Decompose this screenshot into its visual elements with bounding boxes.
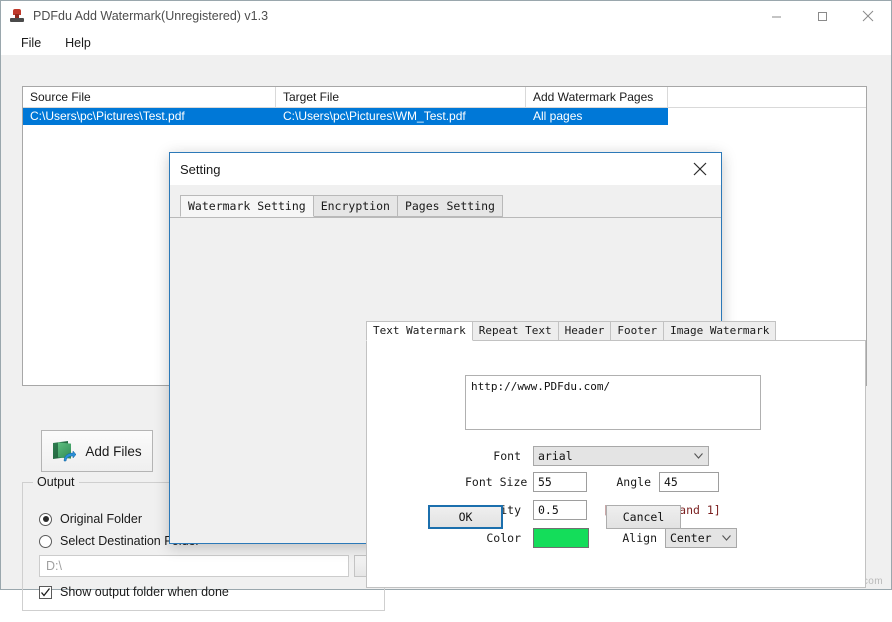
watermark-inner-tabs: Text Watermark Repeat Text Header Footer… <box>366 321 866 341</box>
font-select-value: arial <box>538 449 573 463</box>
inner-tab-repeat-text[interactable]: Repeat Text <box>471 321 559 341</box>
close-icon[interactable] <box>845 1 891 31</box>
file-list-header: Source File Target File Add Watermark Pa… <box>23 87 866 108</box>
maximize-icon[interactable] <box>799 1 845 31</box>
tab-pages-setting[interactable]: Pages Setting <box>396 195 503 217</box>
dialog-tabs: Watermark Setting Encryption Pages Setti… <box>170 195 721 218</box>
align-label: Align <box>622 531 657 545</box>
menu-bar: File Help <box>1 31 891 55</box>
radio-indicator-destination <box>39 534 52 548</box>
add-files-button[interactable]: Add Files <box>41 430 153 472</box>
color-row: Color Align Center <box>465 528 737 548</box>
watermark-setting-panel: Text Watermark Repeat Text Header Footer… <box>366 321 866 591</box>
column-header-add-watermark-pages[interactable]: Add Watermark Pages <box>526 87 668 107</box>
window-title: PDFdu Add Watermark(Unregistered) v1.3 <box>33 9 269 23</box>
font-size-input[interactable]: 55 <box>533 472 587 492</box>
cell-target-file: C:\Users\pc\Pictures\WM_Test.pdf <box>283 109 466 123</box>
inner-tab-text-watermark[interactable]: Text Watermark <box>366 321 473 341</box>
inner-tab-header[interactable]: Header <box>557 321 612 341</box>
dialog-close-icon[interactable] <box>679 153 721 185</box>
chevron-down-icon <box>722 535 731 541</box>
dialog-title: Setting <box>180 161 221 177</box>
dialog-title-bar: Setting <box>170 153 721 185</box>
column-header-target-file[interactable]: Target File <box>276 87 526 107</box>
radio-original-folder-label: Original Folder <box>60 512 142 526</box>
cancel-button[interactable]: Cancel <box>606 505 681 529</box>
column-header-filler <box>668 87 866 107</box>
tab-watermark-setting[interactable]: Watermark Setting <box>180 195 314 217</box>
destination-path-input[interactable]: D:\ <box>39 555 349 577</box>
table-row[interactable]: C:\Users\pc\Pictures\Test.pdf C:\Users\p… <box>23 108 668 125</box>
inner-tab-footer[interactable]: Footer <box>610 321 665 341</box>
checkbox-show-output-label: Show output folder when done <box>60 585 229 599</box>
cell-source-file: C:\Users\pc\Pictures\Test.pdf <box>30 109 185 123</box>
tab-encryption[interactable]: Encryption <box>312 195 398 217</box>
checkbox-show-output-folder[interactable]: Show output folder when done <box>39 585 229 599</box>
angle-input[interactable]: 45 <box>659 472 719 492</box>
content-area: Drop files here Right click to remove fi… <box>1 55 891 611</box>
cell-watermark-pages: All pages <box>533 109 583 123</box>
column-header-source-file[interactable]: Source File <box>23 87 276 107</box>
font-label: Font <box>493 449 521 463</box>
setting-dialog: Setting Watermark Setting Encryption Pag… <box>169 152 866 588</box>
checkbox-indicator-show-output <box>39 585 52 599</box>
color-label: Color <box>486 531 521 545</box>
font-select[interactable]: arial <box>533 446 709 466</box>
font-size-label: Font Size <box>465 475 528 489</box>
folder-icon <box>52 439 78 463</box>
menu-item-help[interactable]: Help <box>55 33 101 53</box>
inner-tab-image-watermark[interactable]: Image Watermark <box>663 321 777 341</box>
main-window: PDFdu Add Watermark(Unregistered) v1.3 F… <box>0 0 892 611</box>
chevron-down-icon <box>694 453 703 459</box>
window-controls <box>753 1 891 31</box>
radio-original-folder[interactable]: Original Folder <box>39 512 142 526</box>
radio-indicator-original <box>39 512 52 526</box>
align-select-value: Center <box>670 531 712 545</box>
add-files-label: Add Files <box>85 443 142 459</box>
stamp-icon <box>9 8 25 24</box>
ok-button[interactable]: OK <box>428 505 503 529</box>
text-watermark-form: http://www.PDFdu.com/ Font arial Font Si… <box>366 340 866 588</box>
color-swatch[interactable] <box>533 528 589 548</box>
font-size-row: Font Size 55 Angle 45 <box>465 472 719 492</box>
dialog-buttons: OK Cancel <box>170 505 721 529</box>
output-legend: Output <box>33 475 79 489</box>
title-bar: PDFdu Add Watermark(Unregistered) v1.3 <box>1 1 891 31</box>
watermark-text-input[interactable]: http://www.PDFdu.com/ <box>465 375 761 430</box>
align-select[interactable]: Center <box>665 528 737 548</box>
menu-item-file[interactable]: File <box>11 33 51 53</box>
minimize-icon[interactable] <box>753 1 799 31</box>
font-row: Font arial <box>465 446 709 466</box>
angle-label: Angle <box>616 475 651 489</box>
